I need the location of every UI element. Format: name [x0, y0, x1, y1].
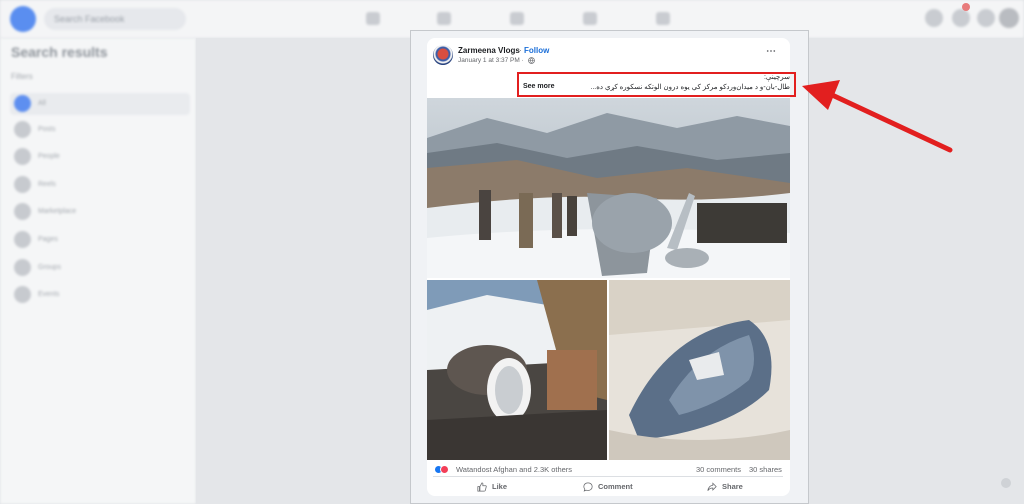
comments-count[interactable]: 30 comments [696, 465, 741, 474]
sidebar-item-label: Posts [38, 126, 56, 133]
facebook-logo-icon[interactable] [10, 6, 36, 32]
events-icon [14, 286, 31, 303]
reaction-icons[interactable] [434, 465, 449, 475]
marketplace-icon[interactable] [510, 12, 524, 25]
messenger-icon[interactable] [952, 9, 970, 27]
comment-bubble-icon [583, 481, 593, 492]
groups-icon[interactable] [583, 12, 597, 25]
groups-icon [14, 259, 31, 276]
action-divider [433, 476, 783, 477]
follow-button[interactable]: Follow [524, 46, 549, 55]
crash-site-photo-main[interactable] [427, 98, 790, 278]
post-timestamp[interactable]: January 1 at 3:37 PM · [458, 57, 524, 64]
sidebar-item-groups[interactable]: Groups [10, 257, 190, 279]
sidebar-item-reels[interactable]: Reels [10, 174, 190, 196]
more-options-icon[interactable]: ⋯ [766, 46, 777, 57]
crash-site-photo-right[interactable] [609, 280, 790, 460]
comment-button[interactable]: Comment [583, 480, 633, 493]
share-arrow-icon [707, 481, 717, 491]
account-avatar[interactable] [999, 8, 1019, 28]
marketplace-icon [14, 203, 31, 220]
all-icon [14, 95, 31, 112]
caption-source-line: سرچینې: [763, 74, 790, 81]
like-button[interactable]: Like [477, 480, 507, 493]
reaction-names[interactable]: Watandost Afghan and 2.3K others [456, 465, 572, 474]
share-label: Share [722, 482, 743, 491]
sidebar-item-label: Pages [38, 236, 58, 243]
pages-icon [14, 231, 31, 248]
globe-icon [528, 57, 535, 64]
share-button[interactable]: Share [707, 480, 743, 493]
filters-label: Filters [11, 72, 33, 81]
sidebar-item-label: Marketplace [38, 208, 77, 215]
people-icon [14, 148, 31, 165]
notifications-icon[interactable] [977, 9, 995, 27]
thumbs-up-icon [477, 481, 487, 492]
shares-count[interactable]: 30 shares [749, 465, 782, 474]
author-name[interactable]: Zarmeena Vlogs [458, 46, 520, 55]
sidebar-item-posts[interactable]: Posts [10, 119, 190, 141]
sidebar-item-label: People [38, 153, 60, 160]
sidebar-item-label: Reels [38, 181, 56, 188]
sidebar-item-events[interactable]: Events [10, 284, 190, 306]
reels-icon [14, 176, 31, 193]
menu-icon[interactable] [925, 9, 943, 27]
crash-site-photo-left[interactable] [427, 280, 607, 460]
sidebar-item-label: Groups [38, 264, 61, 271]
posts-icon [14, 121, 31, 138]
see-more-link[interactable]: See more [523, 83, 555, 90]
sidebar-item-pages[interactable]: Pages [10, 229, 190, 251]
sidebar-item-people[interactable]: People [10, 146, 190, 168]
gaming-icon[interactable] [656, 12, 670, 25]
caption-text: طال-بان-و د میدان‌وردکو مرکز کې یوه درون… [590, 84, 790, 91]
search-sidebar: Search results Filters All Posts People … [0, 38, 196, 504]
separator-dot: · [519, 46, 522, 55]
video-icon[interactable] [437, 12, 451, 25]
love-reaction-icon [440, 465, 449, 474]
search-input[interactable]: Search Facebook [44, 8, 186, 30]
sidebar-item-all[interactable]: All [10, 93, 190, 115]
sidebar-item-label: Events [38, 291, 60, 298]
comment-label: Comment [598, 482, 633, 491]
author-avatar[interactable] [433, 45, 453, 65]
chat-bubble-icon[interactable] [1001, 478, 1011, 488]
sidebar-title: Search results [11, 44, 108, 60]
notification-badge [962, 3, 970, 11]
sidebar-item-marketplace[interactable]: Marketplace [10, 201, 190, 223]
sidebar-item-label: All [38, 100, 46, 107]
red-annotation-arrow [802, 80, 953, 153]
home-icon[interactable] [366, 12, 380, 25]
like-label: Like [492, 482, 508, 491]
